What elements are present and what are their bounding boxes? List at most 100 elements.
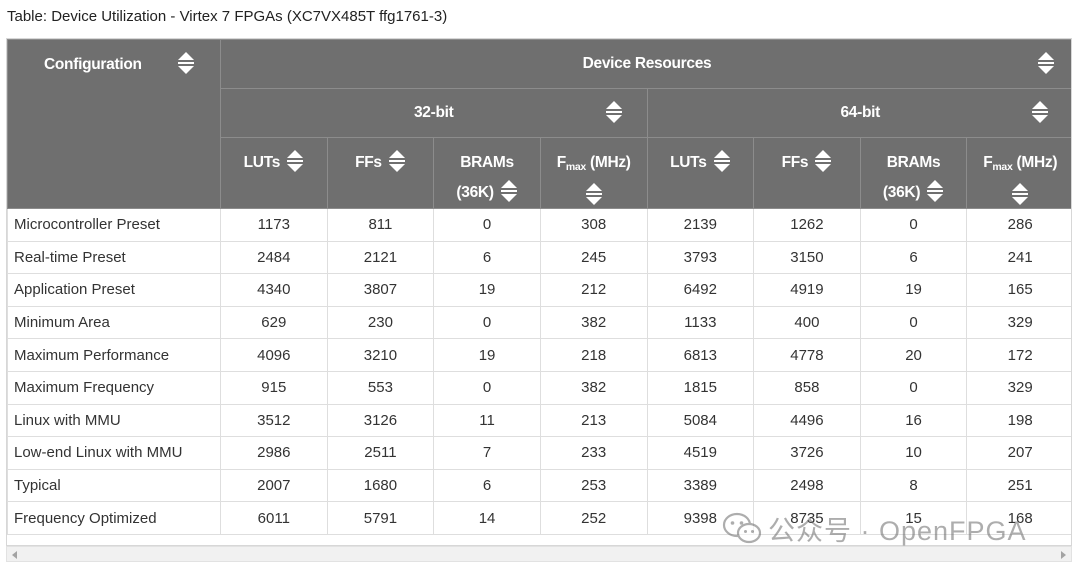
table-cell: 213 <box>539 403 648 438</box>
column-header-luts-64[interactable]: LUTs <box>646 137 755 209</box>
sort-arrows-icon[interactable] <box>500 179 518 203</box>
table-cell: 6 <box>433 468 541 503</box>
column-label-unit: (MHz) <box>585 154 631 171</box>
table-cell: 1262 <box>753 208 861 242</box>
column-header-fmax-64[interactable]: Fmax (MHz) <box>966 137 1071 209</box>
table-row: Minimum Area 629 230 0 382 1133 400 0 329 <box>7 305 1071 340</box>
table-cell: 5084 <box>646 403 755 438</box>
row-configuration-name: Linux with MMU <box>7 403 221 438</box>
table-cell: 6813 <box>646 338 755 372</box>
table-cell: 245 <box>539 240 648 275</box>
table-cell: 2007 <box>220 468 328 503</box>
table-cell: 3126 <box>326 403 435 438</box>
scroll-right-arrow-icon[interactable] <box>1061 551 1066 559</box>
table-cell: 4778 <box>753 338 861 372</box>
table-cell: 2498 <box>753 468 861 503</box>
table-cell: 1815 <box>646 370 755 405</box>
sort-arrows-icon[interactable] <box>605 100 623 124</box>
table-cell: 3726 <box>753 436 861 470</box>
sort-arrows-icon[interactable] <box>1031 100 1049 124</box>
column-header-luts-32[interactable]: LUTs <box>220 137 328 209</box>
table-row: Low-end Linux with MMU 2986 2511 7 233 4519 37… <box>7 436 1071 470</box>
column-label: F <box>983 154 993 171</box>
table-row: Application Preset 4340 3807 19 212 6492 4919 1… <box>7 273 1071 307</box>
table-cell: 16 <box>859 403 968 438</box>
table-cell: 329 <box>966 370 1071 405</box>
table-cell: 230 <box>326 305 435 340</box>
column-header-ffs-64[interactable]: FFs <box>753 137 861 209</box>
table-cell: 0 <box>859 305 968 340</box>
column-header-brams-64[interactable]: BRAMs (36K) <box>859 137 968 209</box>
table-cell: 172 <box>966 338 1071 372</box>
table-row: Microcontroller Preset 1173 811 0 308 2139 126… <box>7 208 1071 242</box>
row-configuration-name: Low-end Linux with MMU <box>7 436 221 470</box>
row-configuration-name: Frequency Optimized <box>7 501 221 535</box>
horizontal-scrollbar[interactable] <box>6 546 1072 562</box>
sort-arrows-icon[interactable] <box>388 149 406 173</box>
table-cell: 3793 <box>646 240 755 275</box>
sort-arrows-icon[interactable] <box>286 149 304 173</box>
table-cell: 11 <box>433 403 541 438</box>
table-cell: 329 <box>966 305 1071 340</box>
table-cell: 858 <box>753 370 861 405</box>
table-cell: 0 <box>433 370 541 405</box>
table-cell: 811 <box>326 208 435 242</box>
table-cell: 6492 <box>646 273 755 307</box>
table-cell: 19 <box>433 338 541 372</box>
sort-arrows-icon[interactable] <box>926 179 944 203</box>
table-cell: 400 <box>753 305 861 340</box>
table-cell: 5791 <box>326 501 435 535</box>
table-cell: 207 <box>966 436 1071 470</box>
column-header-device-resources[interactable]: Device Resources <box>219 39 1071 89</box>
table-cell: 2139 <box>646 208 755 242</box>
table-cell: 4340 <box>220 273 328 307</box>
scroll-left-arrow-icon[interactable] <box>12 551 17 559</box>
column-header-fmax-32[interactable]: Fmax (MHz) <box>539 137 648 209</box>
column-label: F <box>556 154 566 171</box>
table-cell: 2484 <box>220 240 328 275</box>
sort-arrows-icon[interactable] <box>814 149 832 173</box>
table-cell: 14 <box>433 501 541 535</box>
row-configuration-name: Maximum Performance <box>7 338 221 372</box>
row-configuration-name: Application Preset <box>7 273 221 307</box>
column-label-unit: (MHz) <box>1012 154 1058 171</box>
device-utilization-table: Configuration Device Resources 32-bit 64… <box>7 39 1071 535</box>
table-cell: 8 <box>859 468 968 503</box>
table-cell: 3210 <box>326 338 435 372</box>
column-label: BRAMs <box>886 154 941 171</box>
row-configuration-name: Real-time Preset <box>7 240 221 275</box>
device-resources-label: Device Resources <box>582 55 712 72</box>
column-header-ffs-32[interactable]: FFs <box>326 137 435 209</box>
table-row: Linux with MMU 3512 3126 11 213 5084 4496 16 198 <box>7 403 1071 438</box>
column-label-subscript: max <box>992 161 1013 173</box>
configuration-label: Configuration <box>44 56 142 73</box>
table-row: Frequency Optimized 6011 5791 14 252 9398 8735… <box>7 501 1071 535</box>
table-cell: 19 <box>859 273 968 307</box>
sort-arrows-icon[interactable] <box>177 51 195 75</box>
table-cell: 0 <box>859 208 968 242</box>
table-cell: 253 <box>539 468 648 503</box>
table-row: Real-time Preset 2484 2121 6 245 3793 3150 6 241 <box>7 240 1071 275</box>
table-cell: 0 <box>433 208 541 242</box>
table-cell: 4919 <box>753 273 861 307</box>
column-header-32-bit[interactable]: 32-bit <box>220 88 648 138</box>
table-body: Microcontroller Preset 1173 811 0 308 2139 126… <box>7 208 1071 535</box>
table-cell: 2121 <box>326 240 435 275</box>
sort-arrows-icon[interactable] <box>1037 51 1055 75</box>
table-cell: 7 <box>433 436 541 470</box>
column-header-configuration[interactable]: Configuration <box>7 39 221 209</box>
sort-arrows-icon[interactable] <box>585 182 603 206</box>
table-cell: 6011 <box>220 501 328 535</box>
table-cell: 3512 <box>220 403 328 438</box>
row-configuration-name: Microcontroller Preset <box>7 208 221 242</box>
table-cell: 308 <box>539 208 648 242</box>
sort-arrows-icon[interactable] <box>713 149 731 173</box>
column-header-brams-32[interactable]: BRAMs (36K) <box>433 137 541 209</box>
sort-arrows-icon[interactable] <box>1011 182 1029 206</box>
table-cell: 0 <box>433 305 541 340</box>
table-cell: 6 <box>859 240 968 275</box>
table-cell: 2986 <box>220 436 328 470</box>
column-header-64-bit[interactable]: 64-bit <box>646 88 1071 138</box>
table-cell: 2511 <box>326 436 435 470</box>
table-cell: 19 <box>433 273 541 307</box>
